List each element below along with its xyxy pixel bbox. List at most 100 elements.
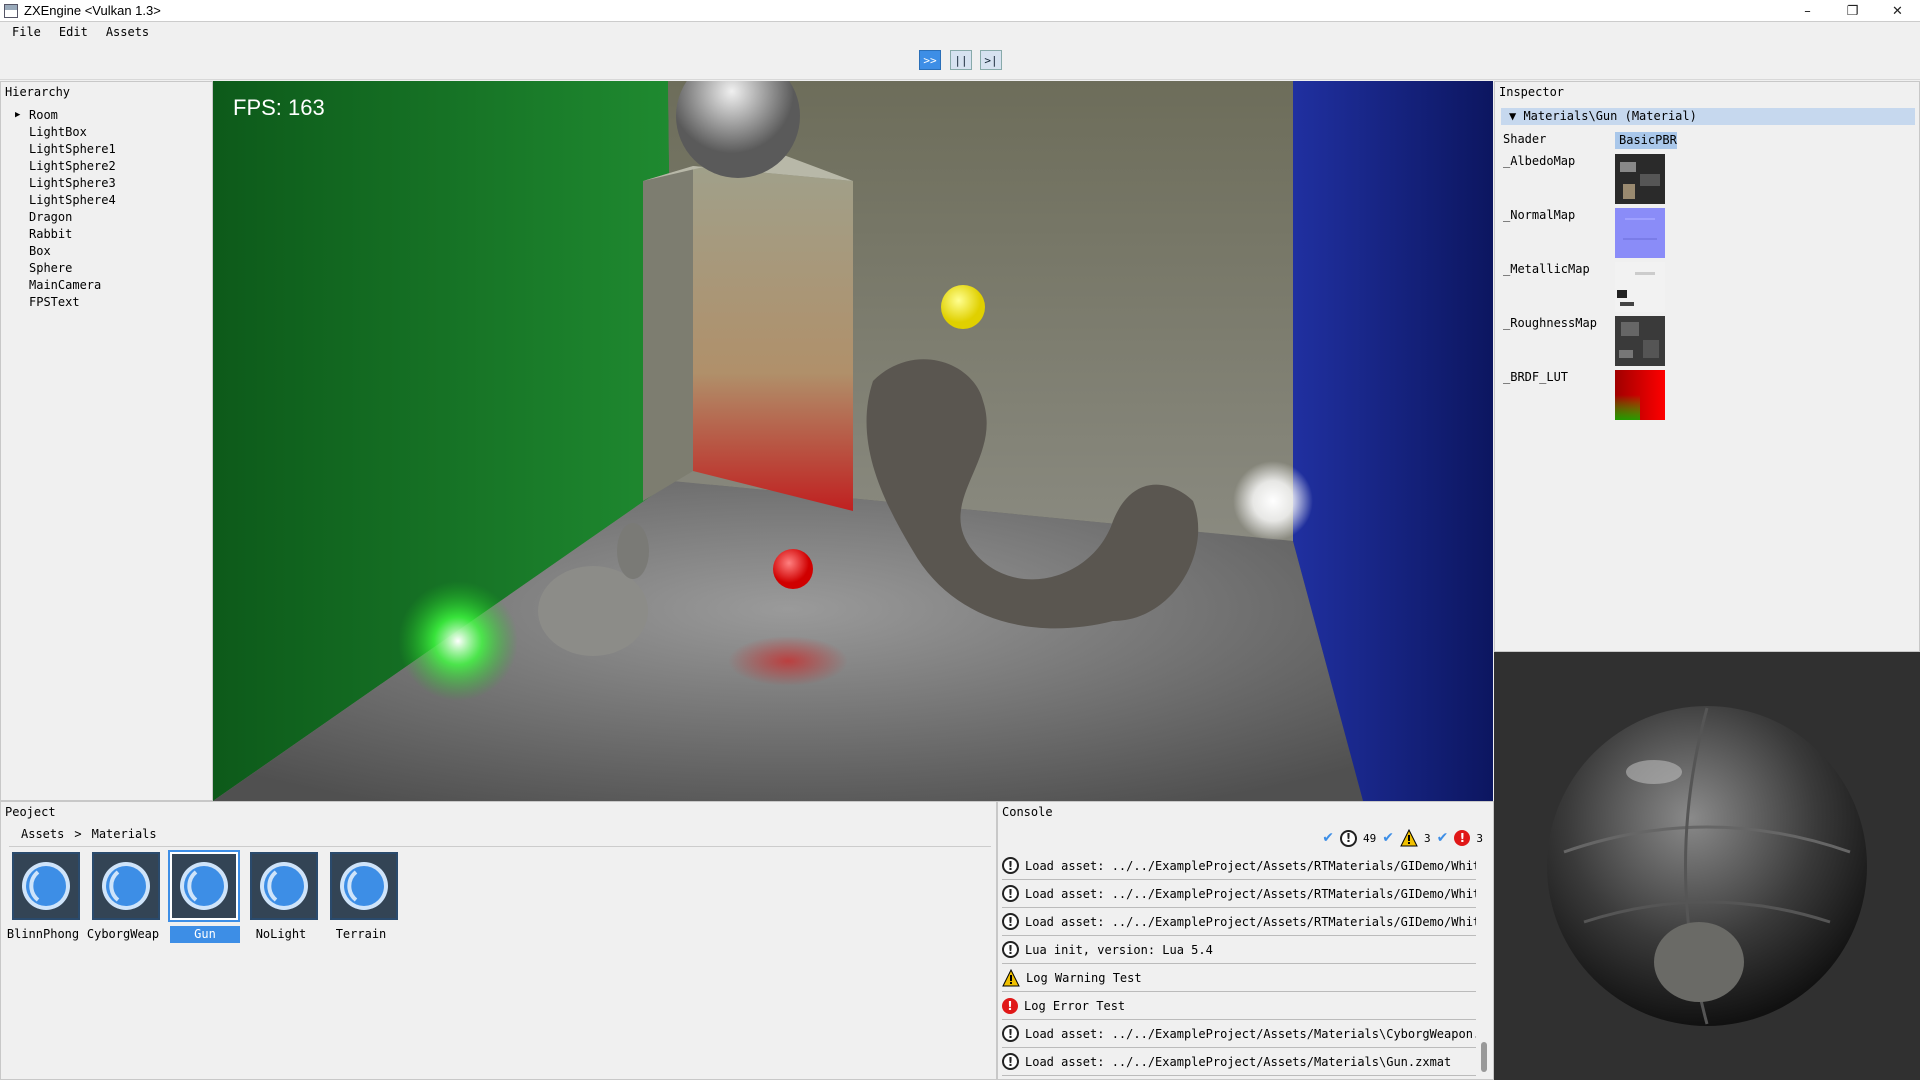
metallic-map-thumbnail[interactable] bbox=[1615, 262, 1665, 312]
scene-viewport[interactable]: FPS: 163 bbox=[213, 81, 1493, 801]
material-icon bbox=[12, 852, 80, 920]
warning-filter-checkbox[interactable]: ✔ bbox=[1382, 830, 1394, 846]
asset-item[interactable]: CyborgWeap bbox=[83, 850, 163, 950]
log-entry[interactable]: ! Load asset: ../../ExampleProject/Assets… bbox=[1002, 908, 1476, 936]
info-count: 49 bbox=[1363, 831, 1377, 845]
minimize-button[interactable]: – bbox=[1785, 0, 1830, 22]
hierarchy-panel: Hierarchy ▶ Room LightBox LightSphere1 Li… bbox=[0, 81, 213, 801]
normal-map-label: _NormalMap bbox=[1503, 208, 1576, 222]
close-button[interactable]: ✕ bbox=[1875, 0, 1920, 22]
log-text: Load asset: ../../ExampleProject/Assets/… bbox=[1025, 1026, 1476, 1041]
asset-label: NoLight bbox=[255, 927, 307, 941]
menu-assets[interactable]: Assets bbox=[100, 25, 155, 39]
brdf-lut-thumbnail[interactable] bbox=[1615, 370, 1665, 420]
inspector-panel: Inspector ▼ Materials\Gun (Material) Sha… bbox=[1494, 81, 1920, 652]
asset-item[interactable]: Terrain bbox=[321, 850, 401, 950]
hierarchy-item[interactable]: Rabbit bbox=[11, 226, 116, 243]
title-bar: ZXEngine <Vulkan 1.3> – ❐ ✕ bbox=[0, 0, 1920, 22]
material-header[interactable]: ▼ Materials\Gun (Material) bbox=[1501, 108, 1915, 125]
error-count: 3 bbox=[1476, 831, 1483, 845]
breadcrumb-separator: > bbox=[74, 827, 82, 841]
material-icon bbox=[330, 852, 398, 920]
albedo-map-thumbnail[interactable] bbox=[1615, 154, 1665, 204]
log-entry[interactable]: ! Load asset: ../../ExampleProject/Assets… bbox=[1002, 1020, 1476, 1048]
hierarchy-item[interactable]: LightSphere1 bbox=[11, 141, 116, 158]
hierarchy-title: Hierarchy bbox=[5, 85, 71, 99]
log-entry[interactable]: Log Warning Test bbox=[1002, 964, 1476, 992]
info-icon: ! bbox=[1002, 1053, 1019, 1070]
warning-count: 3 bbox=[1424, 831, 1431, 845]
info-icon: ! bbox=[1340, 829, 1358, 847]
asset-item-selected[interactable]: Gun bbox=[161, 850, 241, 950]
hierarchy-item[interactable]: FPSText bbox=[11, 294, 116, 311]
error-icon: ! bbox=[1454, 830, 1471, 846]
hierarchy-item[interactable]: LightSphere3 bbox=[11, 175, 116, 192]
hierarchy-item[interactable]: LightSphere2 bbox=[11, 158, 116, 175]
project-title: Peoject bbox=[5, 805, 56, 819]
shader-label: Shader bbox=[1503, 132, 1547, 146]
shader-value[interactable]: BasicPBR bbox=[1615, 132, 1677, 149]
preview-sphere bbox=[1547, 706, 1867, 1026]
log-text: Log Error Test bbox=[1024, 998, 1126, 1013]
albedo-map-label: _AlbedoMap bbox=[1503, 154, 1576, 168]
asset-label: Gun bbox=[170, 926, 240, 943]
hierarchy-item[interactable]: Sphere bbox=[11, 260, 116, 277]
scene-render bbox=[213, 81, 1493, 801]
info-icon: ! bbox=[1002, 913, 1019, 930]
window-title: ZXEngine <Vulkan 1.3> bbox=[24, 3, 161, 18]
log-entry[interactable]: ! Log Error Test bbox=[1002, 992, 1476, 1020]
log-entry[interactable]: ! Load asset: ../../ExampleProject/Assets… bbox=[1002, 1048, 1476, 1076]
menu-bar: File Edit Assets bbox=[0, 22, 1920, 42]
roughness-map-thumbnail[interactable] bbox=[1615, 316, 1665, 366]
pause-button[interactable]: || bbox=[950, 50, 972, 70]
console-scrollbar[interactable] bbox=[1481, 1042, 1487, 1072]
hierarchy-item-room[interactable]: ▶ Room bbox=[11, 107, 116, 124]
error-icon: ! bbox=[1002, 997, 1018, 1014]
roughness-map-label: _RoughnessMap bbox=[1503, 316, 1597, 330]
restore-button[interactable]: ❐ bbox=[1830, 0, 1875, 22]
asset-label: Terrain bbox=[335, 927, 387, 941]
info-icon: ! bbox=[1002, 1025, 1019, 1042]
asset-label: BlinnPhong bbox=[6, 927, 80, 941]
menu-edit[interactable]: Edit bbox=[53, 25, 94, 39]
step-button[interactable]: >| bbox=[980, 50, 1002, 70]
hierarchy-item[interactable]: Dragon bbox=[11, 209, 116, 226]
info-icon: ! bbox=[1002, 885, 1019, 902]
play-button[interactable]: >> bbox=[919, 50, 941, 70]
log-text: Load asset: ../../ExampleProject/Assets/… bbox=[1025, 914, 1476, 929]
metallic-map-label: _MetallicMap bbox=[1503, 262, 1590, 276]
log-text: Lua init, version: Lua 5.4 bbox=[1025, 942, 1213, 957]
asset-label: CyborgWeap bbox=[86, 927, 160, 941]
breadcrumb-materials[interactable]: Materials bbox=[92, 827, 157, 841]
log-text: Load asset: ../../ExampleProject/Assets/… bbox=[1025, 858, 1476, 873]
info-icon: ! bbox=[1002, 941, 1019, 958]
hierarchy-item[interactable]: LightSphere4 bbox=[11, 192, 116, 209]
asset-item[interactable]: NoLight bbox=[241, 850, 321, 950]
fps-text: FPS: 163 bbox=[233, 95, 325, 120]
breadcrumb-assets[interactable]: Assets bbox=[21, 827, 64, 841]
log-entry[interactable]: ! Load asset: ../../ExampleProject/Assets… bbox=[1002, 852, 1476, 880]
log-entry[interactable]: ! Lua init, version: Lua 5.4 bbox=[1002, 936, 1476, 964]
material-preview[interactable] bbox=[1494, 652, 1920, 1080]
console-title: Console bbox=[1002, 805, 1053, 819]
info-filter-checkbox[interactable]: ✔ bbox=[1322, 830, 1334, 846]
asset-item[interactable]: BlinnPhong bbox=[3, 850, 83, 950]
warning-icon bbox=[1002, 968, 1020, 987]
app-icon bbox=[4, 3, 18, 18]
hierarchy-item[interactable]: MainCamera bbox=[11, 277, 116, 294]
warning-icon bbox=[1400, 829, 1418, 847]
log-text: Load asset: ../../ExampleProject/Assets/… bbox=[1025, 886, 1476, 901]
inspector-title: Inspector bbox=[1499, 85, 1565, 99]
breadcrumb: Assets > Materials bbox=[21, 827, 157, 841]
toolbar: >> || >| bbox=[0, 42, 1920, 80]
brdf-lut-label: _BRDF_LUT bbox=[1503, 370, 1569, 384]
error-filter-checkbox[interactable]: ✔ bbox=[1437, 830, 1449, 846]
normal-map-thumbnail[interactable] bbox=[1615, 208, 1665, 258]
expand-arrow-icon[interactable]: ▶ bbox=[15, 107, 20, 124]
log-entry[interactable]: ! Load asset: ../../ExampleProject/Assets… bbox=[1002, 880, 1476, 908]
hierarchy-item[interactable]: Box bbox=[11, 243, 116, 260]
console-log-list[interactable]: ! Load asset: ../../ExampleProject/Assets… bbox=[1002, 852, 1476, 1077]
log-text: Load asset: ../../ExampleProject/Assets/… bbox=[1025, 1054, 1452, 1069]
menu-file[interactable]: File bbox=[6, 25, 47, 39]
hierarchy-item[interactable]: LightBox bbox=[11, 124, 116, 141]
